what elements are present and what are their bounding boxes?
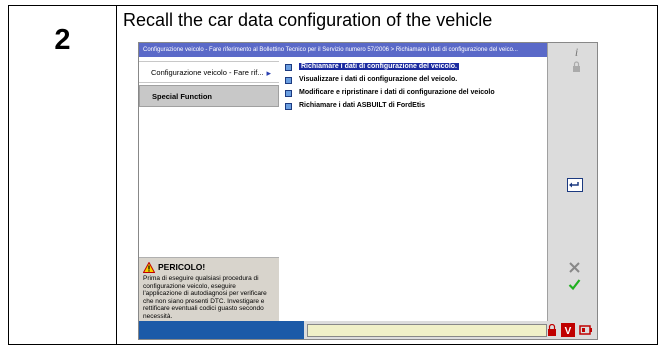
tab-label: Configurazione veicolo - Fare rif... <box>151 68 264 77</box>
menu-item-asbuilt[interactable]: Richiamare i dati ASBUILT di FordEtis <box>285 100 495 111</box>
menu-item-recall-config[interactable]: Richiamare i dati di configurazione del … <box>285 61 495 72</box>
right-toolbar: i <box>547 43 597 339</box>
step-title: Recall the car data configuration of the… <box>123 10 493 30</box>
confirm-icon[interactable] <box>568 278 581 291</box>
lock-icon[interactable] <box>570 60 583 73</box>
back-icon[interactable] <box>567 178 583 192</box>
menu-item-view-config[interactable]: Visualizzare i dati di configurazione de… <box>285 74 495 85</box>
step-number: 2 <box>54 24 71 56</box>
info-icon[interactable]: i <box>570 45 583 58</box>
tab-special-function[interactable]: Special Function <box>139 85 279 107</box>
configuration-menu: Richiamare i dati di configurazione del … <box>285 61 495 113</box>
tab-configurazione-veicolo[interactable]: Configurazione veicolo - Fare rif... ▸ <box>139 61 279 83</box>
bullet-icon <box>285 77 292 84</box>
warning-title: PERICOLO! <box>158 261 206 272</box>
warning-text: Prima di eseguire qualsiasi procedura di… <box>143 275 267 320</box>
lock-status-icon <box>548 324 556 336</box>
status-field <box>307 324 547 337</box>
vehicle-status-icon: V <box>561 323 575 337</box>
svg-text:i: i <box>575 45 578 58</box>
menu-item-modify-config[interactable]: Modificare e ripristinare i dati di conf… <box>285 87 495 98</box>
diagnostic-app-screenshot: Configurazione veicolo - Fare riferiment… <box>138 42 598 340</box>
svg-text:V: V <box>565 326 572 337</box>
table-divider <box>116 6 117 344</box>
app-title-bar: Configurazione veicolo - Fare riferiment… <box>139 43 549 57</box>
cancel-icon[interactable] <box>568 261 581 274</box>
warning-icon <box>143 262 155 273</box>
left-panel: Configurazione veicolo - Fare rif... ▸ S… <box>139 57 279 337</box>
battery-icon <box>579 325 592 335</box>
bullet-icon <box>285 103 292 110</box>
bullet-icon <box>285 90 292 97</box>
bullet-icon <box>285 64 292 71</box>
status-bar-blue-segment <box>139 321 304 339</box>
arrow-right-icon: ▸ <box>266 68 271 78</box>
